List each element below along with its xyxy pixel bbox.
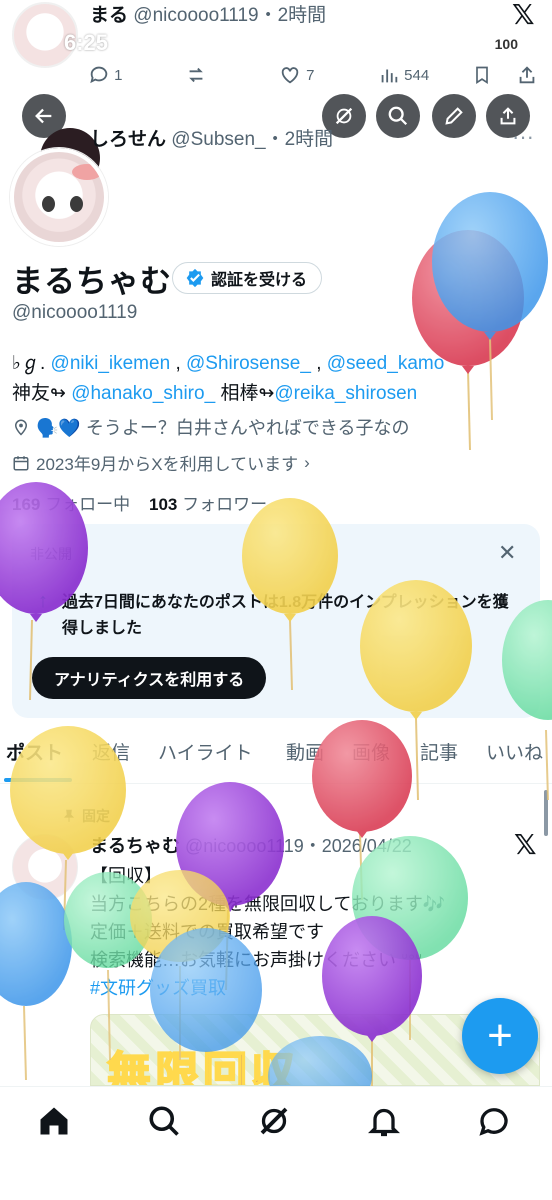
status-bar: 6:25 ☾ 100 [0, 30, 552, 62]
pinned-indicator: 固定 [62, 806, 110, 826]
profile-handle: @nicoooo1119 [12, 302, 138, 323]
search-icon [388, 106, 408, 126]
battery-indicator: 100 [488, 35, 524, 53]
reply-icon [90, 66, 108, 84]
previous-post-name: まる [90, 5, 129, 26]
views-button[interactable]: 544 [378, 64, 429, 90]
verified-badge-icon [186, 268, 204, 288]
post-text-line: 当方こちらの2種を無限回収しております🎶 [90, 894, 446, 914]
ghost-post-2-header: しろせん @Subsen_・2時間 [90, 124, 333, 151]
share-post-button[interactable] [516, 64, 538, 90]
bookmark-button[interactable] [472, 64, 492, 90]
reply-button[interactable]: 1 [88, 64, 123, 90]
bell-icon[interactable] [366, 1103, 402, 1139]
location-pin-icon [14, 419, 28, 436]
tab-articles[interactable]: 記事 [420, 738, 458, 765]
pin-icon [63, 809, 75, 822]
profile-avatar[interactable] [10, 148, 108, 246]
previous-post-header: まる @nicoooo1119・2時間 [90, 0, 326, 27]
followers-link[interactable]: 103 フォロワー [149, 495, 267, 514]
bookmark-icon [476, 66, 488, 85]
post-author-name[interactable]: まるちゃむ [90, 836, 180, 856]
moon-icon: ☾ [120, 32, 137, 52]
tab-likes[interactable]: いいね [486, 738, 543, 765]
balloon [412, 230, 524, 451]
upload-icon [519, 66, 535, 84]
post-text-line: 定価＋送料での買取希望です [90, 922, 324, 942]
wifi-icon [453, 35, 478, 51]
more-icon[interactable]: ··· [512, 124, 534, 150]
previous-post-handle: @nicoooo1119・2時間 [133, 5, 327, 26]
compose-button[interactable]: + [462, 998, 538, 1074]
search-button[interactable] [376, 94, 420, 138]
home-icon[interactable] [36, 1103, 72, 1139]
mention-link[interactable]: @Shirosense_ [186, 353, 311, 374]
private-label: 非公開 [30, 546, 72, 562]
get-verified-button[interactable]: 認証を受ける [172, 262, 323, 294]
tab-videos[interactable]: 動画 [286, 738, 324, 765]
balloon [352, 836, 468, 1040]
trend-up-icon: ↑ [38, 590, 48, 612]
calendar-icon [13, 455, 29, 470]
analytics-button[interactable]: アナリティクスを利用する [32, 657, 267, 699]
status-time: 6:25 [64, 30, 109, 55]
like-button[interactable]: 7 [278, 64, 315, 90]
tab-posts[interactable]: ポスト [6, 738, 63, 765]
pencil-icon [445, 107, 463, 125]
hashtag-link[interactable]: #文研グッズ買取 [90, 974, 226, 1000]
post-handle-date: @nicoooo1119・2026/04/22 [185, 836, 412, 856]
active-tab-indicator [4, 778, 72, 782]
ghost-post-2-handle: @Subsen_・2時間 [171, 129, 334, 150]
joined-text: 2023年9月からXを利用しています [36, 455, 299, 474]
message-icon[interactable] [476, 1103, 512, 1139]
repost-button[interactable] [184, 64, 208, 90]
close-icon[interactable]: ✕ [498, 540, 516, 566]
location-text: 🗣️💙 そうよー？白井さんやればできる子なの [36, 418, 410, 438]
bio-line-1: ♭ℊ. @niki_ikemen , @Shirosense_ , @seed_… [12, 353, 445, 374]
get-verified-label: 認証を受ける [211, 272, 308, 289]
mention-link[interactable]: @seed_kamo [327, 353, 445, 374]
ghost-post-2-name: しろせん [90, 129, 167, 150]
following-link[interactable]: 169 フォロー中 [12, 495, 130, 514]
pinned-label: 固定 [82, 808, 110, 824]
mention-link[interactable]: @hanako_shiro_ [71, 383, 215, 404]
grok-icon [335, 107, 353, 125]
status-icons: 100 [414, 34, 524, 54]
tab-media[interactable]: 画像 [352, 738, 390, 765]
balloon [0, 882, 72, 1081]
search-icon[interactable] [146, 1103, 182, 1139]
bio-line-2: 神友↬ @hanako_shiro_ 相棒↬@reika_shirosen [12, 383, 418, 404]
post-text-line: 検索機能…お気軽にお声掛けください ᐡᐤᐡ [90, 950, 423, 970]
tab-highlights[interactable]: ハイライト [158, 738, 253, 765]
mention-link[interactable]: @reika_shirosen [274, 383, 417, 404]
follow-stats: 169 フォロー中 103 フォロワー [12, 490, 267, 515]
scrollbar[interactable] [544, 790, 548, 836]
heart-icon [281, 67, 299, 84]
previous-post-actions: 1 7 544 [88, 64, 548, 94]
post-text-line: 【回収】 [90, 866, 162, 886]
post-image-text: 無限回収 [106, 1048, 299, 1086]
balloon [432, 192, 548, 421]
tab-replies[interactable]: 返信 [92, 738, 130, 765]
post-avatar[interactable] [12, 834, 78, 900]
repost-icon [189, 67, 203, 83]
arrow-left-icon [35, 108, 52, 124]
edit-button[interactable] [432, 94, 476, 138]
signal-icon [414, 35, 440, 53]
chevron-right-icon: › [304, 452, 310, 472]
mention-link[interactable]: @niki_ikemen [51, 353, 171, 374]
profile-location: 🗣️💙 そうよー？白井さんやればできる子なの [12, 414, 409, 440]
x-logo-icon: 𝕏 [512, 0, 535, 30]
display-name: まるちゃむ [12, 264, 172, 299]
bottom-navigation [0, 1086, 552, 1200]
grok-icon[interactable] [256, 1103, 292, 1139]
x-logo-icon: 𝕏 [514, 829, 537, 860]
analytics-text: 過去7日間にあなたのポストは1.8万件のインプレッションを獲得しました [62, 594, 509, 637]
profile-tabs: ポスト 返信 ハイライト 動画 画像 記事 いいね [0, 738, 552, 784]
plus-icon: + [487, 1011, 513, 1060]
views-icon [381, 69, 398, 83]
post-header: まるちゃむ @nicoooo1119・2026/04/22 [90, 832, 412, 858]
profile-joined[interactable]: 2023年9月からXを利用しています › [12, 450, 310, 475]
